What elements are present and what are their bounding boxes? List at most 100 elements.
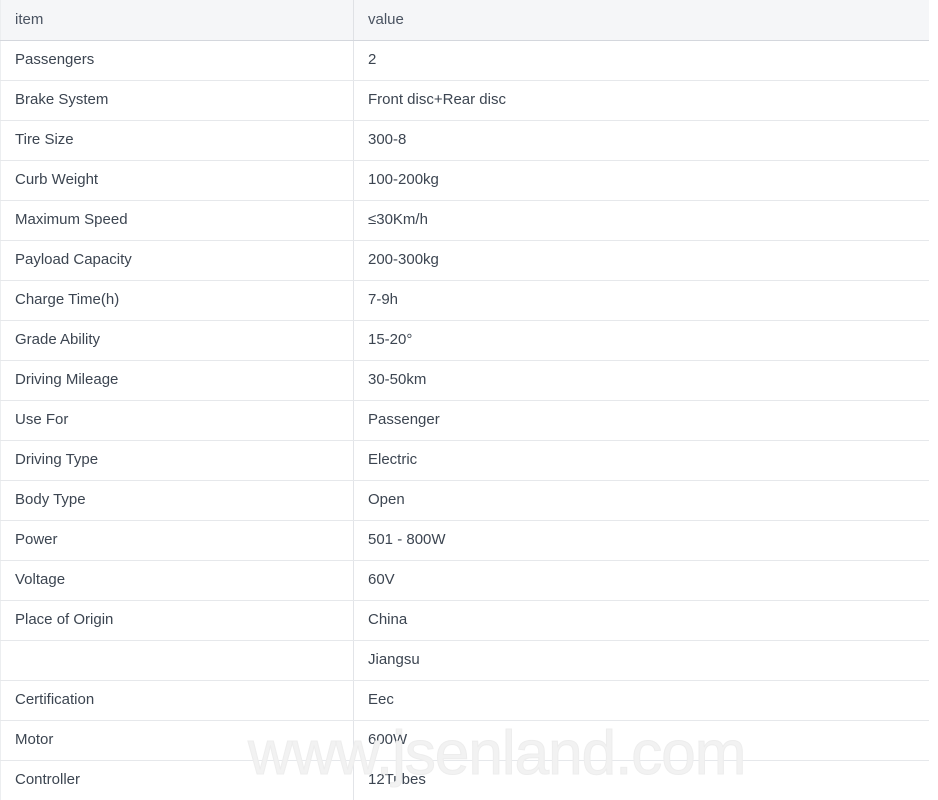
table-row: Certification Eec xyxy=(0,680,929,721)
cell-item: Tire Size xyxy=(0,120,354,161)
cell-item-text: Tire Size xyxy=(15,131,74,148)
cell-item: Curb Weight xyxy=(0,160,354,201)
cell-value: Jiangsu xyxy=(353,640,929,681)
cell-value: 7-9h xyxy=(353,280,929,321)
cell-item-text: Motor xyxy=(15,731,54,748)
cell-item: Driving Type xyxy=(0,440,354,481)
cell-item-text: Charge Time(h) xyxy=(15,291,120,308)
table-row: Driving Type Electric xyxy=(0,440,929,481)
cell-value-text: 30-50km xyxy=(368,371,427,388)
cell-item-text: Driving Type xyxy=(15,451,99,468)
cell-value-text: ≤30Km/h xyxy=(368,211,428,228)
cell-item-text: Curb Weight xyxy=(15,171,99,188)
table-row: Use For Passenger xyxy=(0,400,929,441)
column-header-value: value xyxy=(353,0,929,41)
cell-item: Power xyxy=(0,520,354,561)
cell-value-text: 12Tubes xyxy=(368,771,426,788)
cell-item-text: Grade Ability xyxy=(15,331,101,348)
cell-item-text: Voltage xyxy=(15,571,66,588)
cell-value: 300-8 xyxy=(353,120,929,161)
table-row: Controller 12Tubes xyxy=(0,760,929,800)
cell-value-text: 60V xyxy=(368,571,395,588)
cell-value-text: 100-200kg xyxy=(368,171,439,188)
cell-value: ≤30Km/h xyxy=(353,200,929,241)
table-row: Passengers 2 xyxy=(0,40,929,81)
cell-item: Place of Origin xyxy=(0,600,354,641)
cell-item-text: Body Type xyxy=(15,491,86,508)
cell-value: China xyxy=(353,600,929,641)
cell-item: Use For xyxy=(0,400,354,441)
cell-value-text: Electric xyxy=(368,451,418,468)
table-row: Curb Weight 100-200kg xyxy=(0,160,929,201)
cell-value: 501 - 800W xyxy=(353,520,929,561)
cell-item: Certification xyxy=(0,680,354,721)
cell-item-text: Place of Origin xyxy=(15,611,114,628)
cell-value-text: 600W xyxy=(368,731,408,748)
cell-item xyxy=(0,640,354,681)
cell-item: Passengers xyxy=(0,40,354,81)
table-row: Place of Origin China xyxy=(0,600,929,641)
table-row: Grade Ability 15-20° xyxy=(0,320,929,361)
cell-item: Voltage xyxy=(0,560,354,601)
column-header-item-label: item xyxy=(15,10,44,28)
cell-value: Front disc+Rear disc xyxy=(353,80,929,121)
table-header: item value xyxy=(0,0,929,41)
table-body: Passengers 2 Brake System Front disc+Rear d… xyxy=(0,40,929,800)
cell-value-text: Passenger xyxy=(368,411,440,428)
cell-value: Passenger xyxy=(353,400,929,441)
cell-item-text: Power xyxy=(15,531,58,548)
cell-value-text: 200-300kg xyxy=(368,251,439,268)
cell-item: Maximum Speed xyxy=(0,200,354,241)
cell-value-text: China xyxy=(368,611,408,628)
cell-item: Driving Mileage xyxy=(0,360,354,401)
column-header-item: item xyxy=(0,0,354,41)
table-row: Voltage 60V xyxy=(0,560,929,601)
cell-item: Grade Ability xyxy=(0,320,354,361)
cell-item-text: Certification xyxy=(15,691,95,708)
cell-value: 15-20° xyxy=(353,320,929,361)
specification-table-container: item value Passengers 2 Brake System Front … xyxy=(0,0,929,800)
cell-value-text: 300-8 xyxy=(368,131,407,148)
cell-value-text: Front disc+Rear disc xyxy=(368,91,506,108)
specification-table: item value Passengers 2 Brake System Front … xyxy=(0,0,929,800)
cell-item: Payload Capacity xyxy=(0,240,354,281)
cell-item-text: Driving Mileage xyxy=(15,371,119,388)
cell-item-text: Controller xyxy=(15,771,81,788)
cell-item: Brake System xyxy=(0,80,354,121)
cell-item: Charge Time(h) xyxy=(0,280,354,321)
cell-value-text: 2 xyxy=(368,51,377,68)
cell-value: 200-300kg xyxy=(353,240,929,281)
cell-value-text: 501 - 800W xyxy=(368,531,446,548)
cell-value: 30-50km xyxy=(353,360,929,401)
table-row: Charge Time(h) 7-9h xyxy=(0,280,929,321)
cell-value-text: Eec xyxy=(368,691,394,708)
cell-value: Eec xyxy=(353,680,929,721)
cell-item-text: Maximum Speed xyxy=(15,211,128,228)
cell-item-text: Use For xyxy=(15,411,69,428)
cell-item-text: Brake System xyxy=(15,91,109,108)
cell-value-text: Jiangsu xyxy=(368,651,420,668)
cell-value-text: 7-9h xyxy=(368,291,399,308)
column-header-value-label: value xyxy=(368,10,404,28)
cell-value-text: Open xyxy=(368,491,405,508)
cell-item: Motor xyxy=(0,720,354,761)
cell-item: Body Type xyxy=(0,480,354,521)
table-row: Driving Mileage 30-50km xyxy=(0,360,929,401)
cell-item: Controller xyxy=(0,760,354,800)
table-row: Maximum Speed ≤30Km/h xyxy=(0,200,929,241)
cell-value: 2 xyxy=(353,40,929,81)
cell-value: Electric xyxy=(353,440,929,481)
cell-item-text: Payload Capacity xyxy=(15,251,132,268)
table-row: Body Type Open xyxy=(0,480,929,521)
table-row: Power 501 - 800W xyxy=(0,520,929,561)
cell-value-text: 15-20° xyxy=(368,331,413,348)
table-header-row: item value xyxy=(0,0,929,41)
table-row: Jiangsu xyxy=(0,640,929,681)
cell-item-text: Passengers xyxy=(15,51,95,68)
cell-value: 60V xyxy=(353,560,929,601)
cell-value: 12Tubes xyxy=(353,760,929,800)
table-row: Payload Capacity 200-300kg xyxy=(0,240,929,281)
cell-value: Open xyxy=(353,480,929,521)
table-row: Motor 600W xyxy=(0,720,929,761)
table-row: Tire Size 300-8 xyxy=(0,120,929,161)
